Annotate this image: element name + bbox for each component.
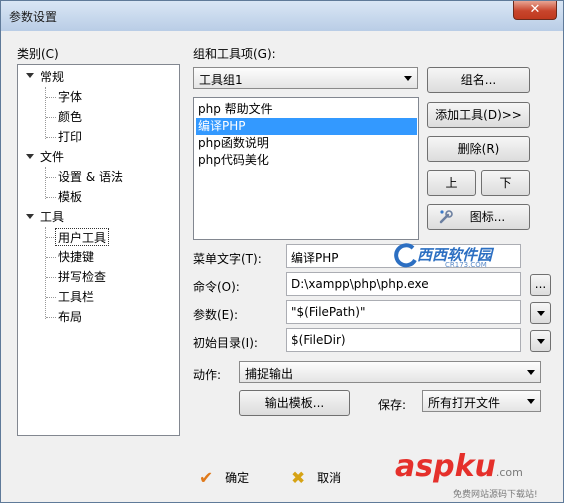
check-icon: ✔ [199,468,214,489]
group-name-button[interactable]: 组名... [427,67,530,93]
list-item-selected[interactable]: 编译PHP [196,118,417,135]
command-field[interactable]: D:\xampp\php\php.exe [286,272,521,296]
chevron-down-icon [527,399,535,404]
swirl-logo-icon [394,243,417,268]
list-item[interactable]: php代码美化 [196,152,269,169]
params-dropdown-button[interactable] [530,302,551,324]
save-value: 所有打开文件 [428,396,501,410]
icon-button[interactable]: 图标... [427,204,530,230]
expand-icon[interactable] [26,73,34,78]
watermark-slogan: 免费网站源码下载站! [453,490,538,500]
watermark-asp: asp [395,449,455,484]
group-select-value: 工具组1 [199,73,243,87]
command-label: 命令(O): [193,280,240,294]
output-template-button[interactable]: 输出模板... [239,390,350,416]
chevron-down-icon [527,370,535,375]
group-select[interactable]: 工具组1 [193,67,418,89]
move-up-button[interactable]: 上 [427,170,476,196]
initdir-label: 初始目录(I): [193,336,258,350]
initdir-value: $(FileDir) [291,333,346,347]
initdir-dropdown-button[interactable] [530,330,551,352]
save-label: 保存: [378,398,407,412]
category-tree[interactable]: 常规 字体 颜色 打印 文件 设置 & 语法 模板 工具 用户工具 快捷键 拼写… [17,64,180,436]
action-label: 动作: [193,368,222,382]
title-bar: 参数设置 ✕ [1,1,563,31]
tree-node-tools[interactable]: 工具 [40,208,64,226]
list-item[interactable]: php函数说明 [196,135,269,152]
window-title: 参数设置 [9,10,58,24]
tree-node-print[interactable]: 打印 [58,128,82,146]
tree-node-general[interactable]: 常规 [40,68,64,86]
groups-label: 组和工具项(G): [193,47,276,61]
browse-button[interactable]: ... [530,274,551,296]
tree-node-settings-syntax[interactable]: 设置 & 语法 [58,168,123,186]
tree-node-file[interactable]: 文件 [40,148,64,166]
chevron-down-icon [404,76,412,81]
tree-node-toolbar[interactable]: 工具栏 [58,288,94,306]
save-select[interactable]: 所有打开文件 [422,390,541,412]
watermark-logo-sub: CR173.COM [445,261,487,269]
ok-label: 确定 [225,471,250,485]
tree-node-template[interactable]: 模板 [58,188,82,206]
delete-button[interactable]: 删除(R) [427,136,530,162]
expand-icon[interactable] [26,154,34,159]
menu-text-label: 菜单文字(T): [193,252,262,266]
tree-node-color[interactable]: 颜色 [58,108,82,126]
wrench-icon [439,210,453,224]
tree-node-spellcheck[interactable]: 拼写检查 [58,268,106,286]
params-field[interactable]: "$(FilePath)" [286,300,521,324]
ok-button[interactable]: ✔ 确定 [199,466,249,490]
cancel-button[interactable]: ✖ 取消 [291,466,341,490]
close-button[interactable]: ✕ [513,1,557,20]
params-label: 参数(E): [193,308,238,322]
tool-list[interactable]: php 帮助文件 编译PHP php函数说明 php代码美化 [193,97,419,240]
chevron-down-icon [537,311,545,316]
watermark-logo-cr173: 西西软件园 CR173.COM [393,239,523,271]
cross-icon: ✖ [291,468,306,489]
expand-icon[interactable] [26,214,34,219]
action-value: 捕捉输出 [245,367,294,381]
add-tool-button[interactable]: 添加工具(D)>> [427,102,530,128]
tree-node-shortcuts[interactable]: 快捷键 [58,248,94,266]
command-value: D:\xampp\php\php.exe [291,277,429,291]
tree-node-font[interactable]: 字体 [58,88,82,106]
menu-text-value: 编译PHP [291,251,339,265]
params-value: "$(FilePath)" [291,305,366,319]
watermark-suffix: .com [495,466,523,479]
list-item[interactable]: php 帮助文件 [196,101,273,118]
settings-dialog: 参数设置 ✕ 类别(C) 常规 字体 颜色 打印 文件 设置 & 语法 模板 工… [0,0,564,503]
action-select[interactable]: 捕捉输出 [239,361,541,383]
cancel-label: 取消 [317,471,342,485]
tree-node-user-tools[interactable]: 用户工具 [55,228,110,246]
icon-button-label: 图标... [469,210,506,224]
tree-node-layout[interactable]: 布局 [58,308,82,326]
watermark-ku: ku [454,449,496,484]
chevron-down-icon [537,339,545,344]
initdir-field[interactable]: $(FileDir) [286,328,521,352]
watermark-aspku: aspku.com [395,449,523,489]
category-label: 类别(C) [17,47,59,61]
move-down-button[interactable]: 下 [481,170,530,196]
